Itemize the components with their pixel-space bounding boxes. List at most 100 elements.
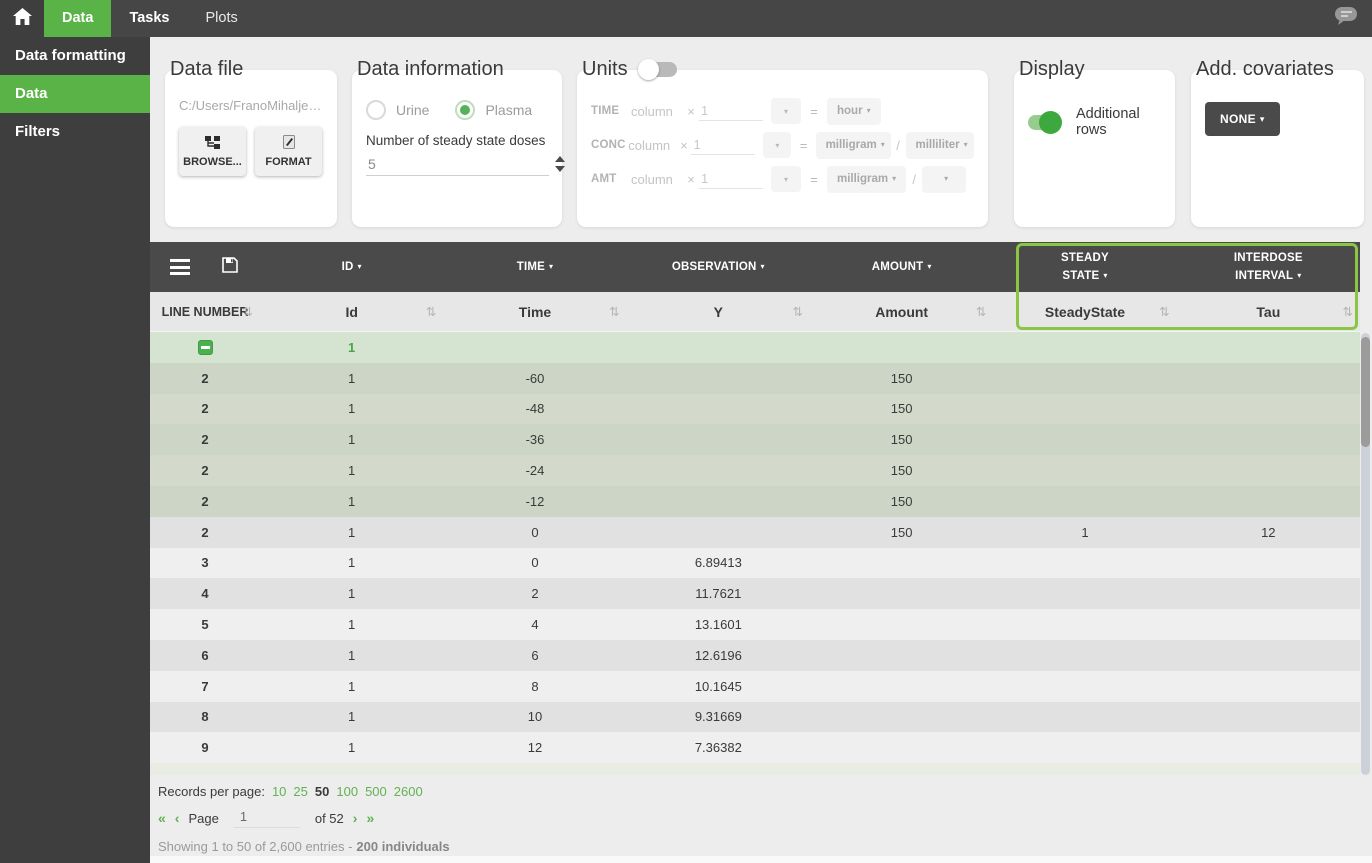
stepper-down-icon[interactable] <box>555 166 565 172</box>
column-group-label: OBSERVATION▾ <box>672 258 765 276</box>
sidebar-item-filters[interactable]: Filters <box>0 113 150 151</box>
nav-tab-plots[interactable]: Plots <box>187 0 255 37</box>
table-cell <box>810 640 993 671</box>
table-cell <box>1177 548 1360 579</box>
column-group-time[interactable]: TIME▾ <box>443 242 626 292</box>
column-group-interdose-interval[interactable]: INTERDOSE INTERVAL▾ <box>1177 242 1360 292</box>
doses-input[interactable] <box>366 154 549 176</box>
last-page-button[interactable]: » <box>366 810 374 826</box>
nav-tab-tasks[interactable]: Tasks <box>111 0 187 37</box>
prev-page-button[interactable]: ‹ <box>175 810 180 826</box>
table-cell: 1 <box>993 517 1176 548</box>
file-pencil-icon <box>283 135 295 152</box>
table-cell: 11.7621 <box>627 578 810 609</box>
table-cell: 8 <box>443 671 626 702</box>
table-cell: 7.36382 <box>627 732 810 763</box>
table-cell: 1 <box>260 517 443 548</box>
format-button[interactable]: FORMAT <box>255 127 322 176</box>
table-cell: 150 <box>810 455 993 486</box>
units-row-time: TIMEcolumn×▾=hour▾ <box>591 98 974 124</box>
page-number-input[interactable] <box>234 808 300 828</box>
doses-stepper[interactable] <box>549 156 565 176</box>
unit-factor-input <box>699 170 763 189</box>
page-size-25[interactable]: 25 <box>293 784 307 799</box>
table-cell: 2 <box>150 394 260 425</box>
table-row: 21-48150 <box>150 394 1360 425</box>
table-cell: -48 <box>443 394 626 425</box>
unit-dropdown-milligram: milligram▾ <box>827 166 906 193</box>
display-panel: Display Additional rows <box>1014 58 1175 227</box>
table-cell: 1 <box>260 332 443 363</box>
table-cell: 10 <box>443 702 626 733</box>
page-size-2600[interactable]: 2600 <box>394 784 423 799</box>
table-cell <box>627 486 810 517</box>
covariates-none-dropdown[interactable]: NONE▾ <box>1205 102 1280 136</box>
table-cell <box>993 702 1176 733</box>
table-cell: 0 <box>443 517 626 548</box>
chevron-down-icon: ▾ <box>892 174 896 183</box>
units-title: Units <box>582 58 628 81</box>
sidebar-item-data[interactable]: Data <box>0 75 150 113</box>
home-button[interactable] <box>0 0 44 37</box>
multiply-sign: × <box>677 138 692 153</box>
scrollbar-thumb[interactable] <box>1361 337 1370 447</box>
table-cell: 6.89413 <box>627 548 810 579</box>
table-cell: 1 <box>260 671 443 702</box>
page-size-100[interactable]: 100 <box>336 784 358 799</box>
units-toggle[interactable] <box>640 62 677 77</box>
browse-button[interactable]: BROWSE... <box>179 127 246 176</box>
sort-icon[interactable]: ⇅ <box>609 304 619 319</box>
multiply-sign: × <box>683 172 699 187</box>
table-cell: 150 <box>810 394 993 425</box>
page-size-10[interactable]: 10 <box>272 784 286 799</box>
sort-icon[interactable]: ⇅ <box>976 304 986 319</box>
table-cell <box>1177 455 1360 486</box>
equals-sign: = <box>801 104 827 119</box>
table-row: 71810.1645 <box>150 671 1360 702</box>
nav-tab-data[interactable]: Data <box>44 0 111 37</box>
save-icon[interactable] <box>222 257 238 278</box>
sort-icon[interactable]: ⇅ <box>243 304 253 319</box>
radio-urine[interactable]: Urine <box>366 100 429 120</box>
column-group-observation[interactable]: OBSERVATION▾ <box>627 242 810 292</box>
page-size-500[interactable]: 500 <box>365 784 387 799</box>
sort-icon[interactable]: ⇅ <box>1343 304 1353 319</box>
table-cell <box>1177 732 1360 763</box>
additional-rows-toggle[interactable] <box>1028 115 1060 130</box>
page-size-50[interactable]: 50 <box>315 784 329 799</box>
data-information-panel: Data information UrinePlasma Number of s… <box>352 58 562 227</box>
chevron-down-icon: ▾ <box>944 174 948 183</box>
column-group-id[interactable]: ID▾ <box>260 242 443 292</box>
chat-bubble-icon[interactable] <box>1333 5 1359 32</box>
main-content: Data file C:/Users/FranoMihaljevic/lix..… <box>150 37 1372 863</box>
column-group-steady-state[interactable]: STEADY STATE▾ <box>993 242 1176 292</box>
next-page-button[interactable]: › <box>353 810 358 826</box>
collapse-minus-icon[interactable] <box>198 340 213 355</box>
sort-icon[interactable]: ⇅ <box>426 304 436 319</box>
radio-plasma[interactable]: Plasma <box>455 100 532 120</box>
menu-icon[interactable] <box>170 259 190 275</box>
page-label: Page <box>188 811 218 826</box>
table-cell <box>810 671 993 702</box>
column-header-time: Time⇅ <box>443 292 626 331</box>
data-file-path: C:/Users/FranoMihaljevic/lix... <box>179 98 323 113</box>
radio-label: Urine <box>396 102 429 118</box>
table-cell: 6 <box>443 640 626 671</box>
table-cell: 150 <box>810 363 993 394</box>
sidebar-item-data-formatting[interactable]: Data formatting <box>0 37 150 75</box>
table-cell: 9.31669 <box>627 702 810 733</box>
table-cell: 0 <box>443 548 626 579</box>
first-page-button[interactable]: « <box>158 810 166 826</box>
table-cell: 4 <box>443 609 626 640</box>
column-placeholder: column <box>631 104 683 119</box>
column-header-label: LINE NUMBER <box>162 305 249 319</box>
unit-column-dropdown: ▾ <box>771 98 801 124</box>
equals-sign: = <box>791 138 815 153</box>
sort-icon[interactable]: ⇅ <box>793 304 803 319</box>
column-group-amount[interactable]: AMOUNT▾ <box>810 242 993 292</box>
sort-icon[interactable]: ⇅ <box>1159 304 1169 319</box>
stepper-up-icon[interactable] <box>555 156 565 162</box>
table-cell: 3 <box>150 548 260 579</box>
table-scrollbar[interactable] <box>1361 333 1370 775</box>
table-cell: 150 <box>810 486 993 517</box>
